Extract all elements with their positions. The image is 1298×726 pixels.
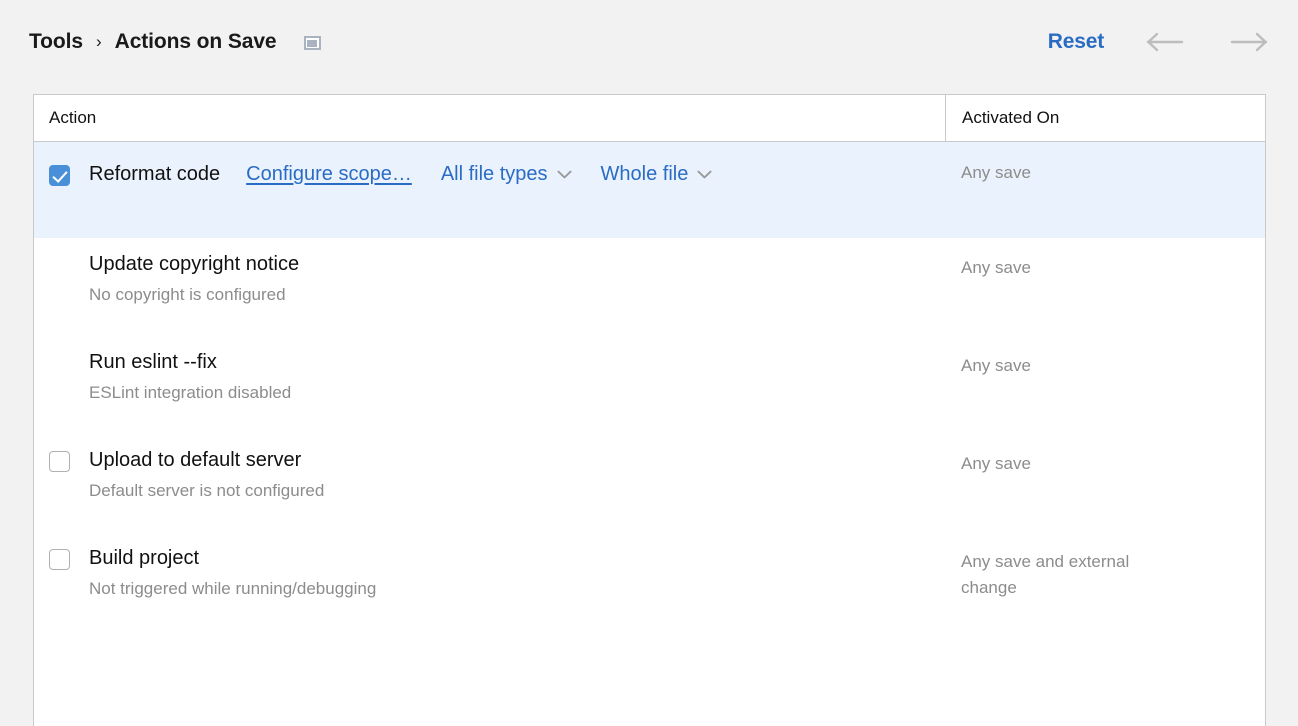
action-title: Run eslint --fix	[89, 351, 217, 373]
action-title: Build project	[89, 547, 200, 569]
action-title: Update copyright notice	[89, 253, 300, 275]
column-header-activated-on-label: Activated On	[962, 108, 1060, 127]
table-row[interactable]: Run eslint --fix ESLint integration disab…	[34, 336, 1265, 434]
table-header-row: Action Activated On	[34, 95, 1265, 142]
table-row[interactable]: Update copyright notice No copyright is c…	[34, 238, 1265, 336]
scope-range-dropdown-label: Whole file	[600, 163, 689, 185]
chevron-down-icon	[697, 170, 712, 179]
file-types-dropdown-label: All file types	[440, 163, 548, 185]
chevron-down-icon	[556, 170, 572, 179]
action-subtitle: Default server is not configured	[89, 481, 325, 500]
column-header-action[interactable]: Action	[34, 95, 945, 141]
header-actions: Reset	[1048, 26, 1268, 58]
table-row[interactable]: Build project Not triggered while running…	[34, 532, 1265, 630]
action-text-group: Run eslint --fix ESLint integration disab…	[89, 351, 291, 403]
panel-indicator-icon	[303, 36, 321, 50]
action-text-group: Reformat code Configure scope… All file ty…	[89, 163, 712, 186]
action-subtitle: No copyright is configured	[89, 285, 286, 304]
cell-action: Reformat code Configure scope… All file ty…	[34, 142, 945, 192]
arrow-right-icon[interactable]	[1228, 31, 1268, 53]
breadcrumb: Tools › Actions on Save	[29, 27, 321, 57]
page-title: Actions on Save	[114, 30, 277, 53]
column-header-action-label: Action	[49, 108, 97, 127]
cell-activated-on: Any save	[961, 163, 1031, 182]
action-text-group: Upload to default server Default server i…	[89, 449, 324, 501]
action-subtitle: ESLint integration disabled	[89, 383, 292, 402]
reset-button[interactable]: Reset	[1048, 30, 1104, 54]
cell-activated-on: Any save	[961, 356, 1031, 375]
scope-range-dropdown[interactable]: Whole file	[601, 163, 713, 186]
action-text-group: Build project Not triggered while running…	[89, 547, 376, 599]
cell-activated-on: Any save and external change	[961, 552, 1130, 598]
cell-action: Upload to default server Default server i…	[34, 434, 945, 532]
cell-activated-on: Any save	[961, 258, 1031, 277]
cell-action: Run eslint --fix ESLint integration disab…	[34, 336, 945, 434]
action-checkbox[interactable]	[49, 451, 70, 472]
cell-action: Update copyright notice No copyright is c…	[34, 238, 945, 336]
file-types-dropdown[interactable]: All file types	[441, 163, 572, 186]
breadcrumb-root[interactable]: Tools	[29, 30, 83, 54]
column-header-activated-on[interactable]: Activated On	[945, 95, 1265, 141]
table-body: Reformat code Configure scope… All file ty…	[34, 142, 1265, 630]
cell-activated-on: Any save	[961, 454, 1031, 473]
table-row[interactable]: Upload to default server Default server i…	[34, 434, 1265, 532]
action-text-group: Update copyright notice No copyright is c…	[89, 253, 299, 305]
configure-scope-link[interactable]: Configure scope…	[246, 163, 412, 186]
actions-on-save-table: Action Activated On Reformat code Configu…	[33, 94, 1266, 726]
breadcrumb-separator-icon: ›	[95, 31, 102, 51]
table-row[interactable]: Reformat code Configure scope… All file ty…	[34, 142, 1265, 238]
cell-action: Build project Not triggered while running…	[34, 532, 945, 630]
arrow-left-icon[interactable]	[1146, 31, 1186, 53]
action-subtitle: Not triggered while running/debugging	[89, 579, 377, 598]
action-title: Reformat code	[89, 163, 221, 185]
action-title: Upload to default server	[89, 449, 302, 471]
action-checkbox[interactable]	[49, 549, 70, 570]
settings-header: Tools › Actions on Save Reset	[0, 0, 1298, 86]
action-checkbox[interactable]	[49, 165, 70, 186]
